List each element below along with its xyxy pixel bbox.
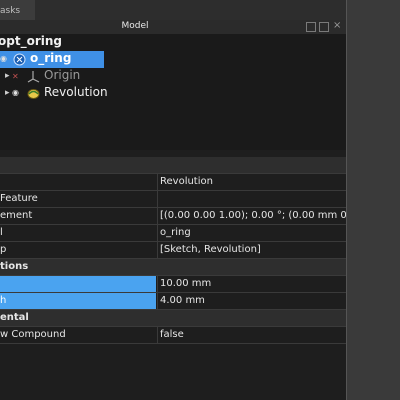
- revolution-icon: [27, 89, 40, 99]
- property-row[interactable]: 10.00 mm: [0, 276, 346, 293]
- property-group-label: ental: [0, 312, 29, 323]
- property-row[interactable]: Revolution: [0, 174, 346, 191]
- property-name: [0, 276, 156, 292]
- tree-root[interactable]: opt_oring: [0, 34, 62, 51]
- property-name: Feature: [0, 193, 38, 204]
- property-row[interactable]: w Compound false: [0, 327, 346, 344]
- tree-item-label: Revolution: [44, 85, 108, 99]
- model-header: Model ×: [0, 20, 346, 34]
- tab-tasks[interactable]: asks: [0, 0, 35, 20]
- tree-root-label: opt_oring: [0, 34, 62, 48]
- model-tree: opt_oring ◉ o_ring ▸ ✕ Origin ▸ ◉ Revolu…: [0, 34, 346, 150]
- property-value[interactable]: [Sketch, Revolution]: [157, 242, 348, 258]
- property-row[interactable]: l o_ring: [0, 225, 346, 242]
- property-row[interactable]: p [Sketch, Revolution]: [0, 242, 346, 259]
- property-value[interactable]: 4.00 mm: [157, 293, 348, 309]
- eye-hidden-icon[interactable]: ✕: [12, 73, 20, 81]
- property-row[interactable]: h 4.00 mm: [0, 293, 346, 310]
- property-value[interactable]: [157, 191, 348, 207]
- body-icon: [13, 53, 26, 66]
- model-title: Model: [121, 21, 149, 31]
- property-name: p: [0, 244, 7, 255]
- property-group[interactable]: ental: [0, 310, 346, 327]
- eye-icon[interactable]: ◉: [0, 55, 8, 63]
- property-header-row: [0, 157, 346, 174]
- tree-item-label: Origin: [44, 68, 81, 82]
- expand-arrow-icon[interactable]: ▸: [5, 71, 10, 81]
- restore-icon[interactable]: [306, 22, 316, 32]
- property-value[interactable]: false: [157, 327, 348, 343]
- expand-arrow-icon[interactable]: ▸: [5, 88, 10, 98]
- eye-icon[interactable]: ◉: [12, 89, 20, 97]
- property-row[interactable]: Feature: [0, 191, 346, 208]
- property-value[interactable]: 10.00 mm: [157, 276, 348, 292]
- tree-item-label: o_ring: [30, 51, 72, 65]
- property-name: l: [0, 227, 3, 238]
- right-panel: [346, 0, 400, 400]
- property-value[interactable]: Revolution: [157, 174, 348, 190]
- property-value[interactable]: o_ring: [157, 225, 348, 241]
- property-group[interactable]: tions: [0, 259, 346, 276]
- origin-icon: [27, 71, 40, 83]
- property-name: [0, 174, 156, 190]
- property-row[interactable]: ement [(0.00 0.00 1.00); 0.00 °; (0.00 m…: [0, 208, 348, 225]
- property-view: Revolution Feature ement [(0.00 0.00 1.0…: [0, 157, 348, 400]
- property-name: h: [0, 293, 156, 309]
- tab-bar: asks: [0, 0, 346, 20]
- float-icon[interactable]: [319, 22, 329, 32]
- property-name: ement: [0, 210, 33, 221]
- close-icon[interactable]: ×: [333, 21, 341, 31]
- model-panel: asks Model × opt_oring ◉ o_ring ▸ ✕ Orig…: [0, 0, 348, 400]
- property-value[interactable]: [(0.00 0.00 1.00); 0.00 °; (0.00 mm 0.00…: [157, 208, 348, 224]
- property-name: w Compound: [0, 329, 66, 340]
- property-group-label: tions: [0, 261, 29, 272]
